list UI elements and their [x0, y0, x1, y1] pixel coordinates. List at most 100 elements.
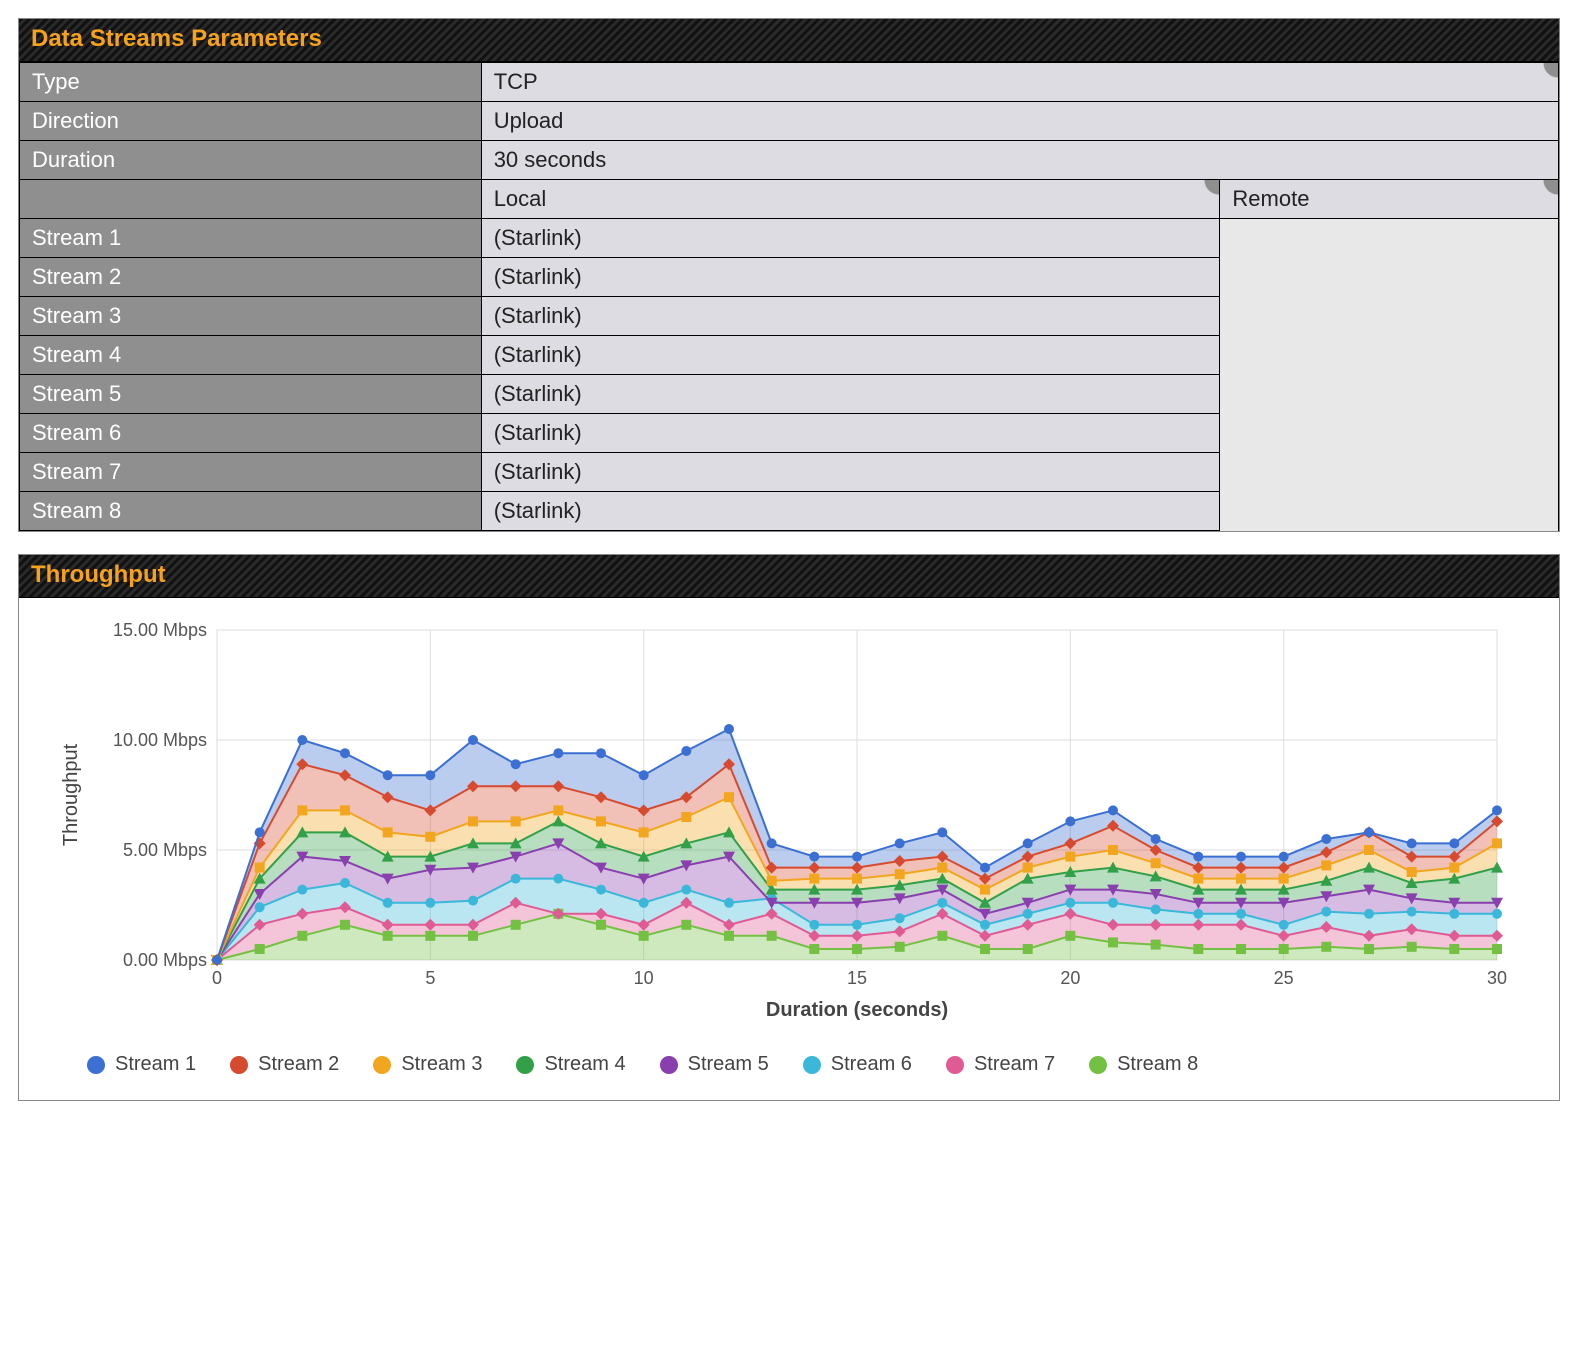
marker-square-icon [639, 827, 649, 837]
legend-item: Stream 7 [946, 1053, 1055, 1076]
legend-label: Stream 6 [831, 1053, 912, 1076]
marker-circle-icon [553, 874, 563, 884]
y-tick: 0.00 Mbps [123, 950, 207, 970]
stream-label: Stream 3 [20, 297, 482, 336]
marker-square-icon [468, 931, 478, 941]
marker-circle-icon [980, 863, 990, 873]
marker-circle-icon [1193, 852, 1203, 862]
legend-item: Stream 5 [660, 1053, 769, 1076]
stream-label: Stream 1 [20, 219, 482, 258]
marker-square-icon [937, 863, 947, 873]
params-table: TypeTCPDirectionUploadDuration30 seconds… [19, 62, 1559, 531]
marker-square-icon [809, 944, 819, 954]
param-row: DirectionUpload [20, 102, 1559, 141]
marker-circle-icon [340, 748, 350, 758]
marker-square-icon [1364, 944, 1374, 954]
params-panel: Data Streams Parameters TypeTCPDirection… [18, 18, 1560, 532]
legend-dot-icon [373, 1056, 391, 1074]
marker-square-icon [1279, 874, 1289, 884]
marker-square-icon [425, 931, 435, 941]
legend-dot-icon [803, 1056, 821, 1074]
y-tick: 10.00 Mbps [113, 730, 207, 750]
marker-square-icon [255, 944, 265, 954]
marker-square-icon [297, 805, 307, 815]
param-row: Duration30 seconds [20, 141, 1559, 180]
marker-circle-icon [383, 898, 393, 908]
stream-local: (Starlink) [481, 297, 1220, 336]
columns-spacer [20, 180, 482, 219]
marker-circle-icon [1236, 909, 1246, 919]
marker-circle-icon [1492, 805, 1502, 815]
marker-circle-icon [895, 913, 905, 923]
marker-square-icon [1407, 867, 1417, 877]
marker-circle-icon [852, 852, 862, 862]
marker-square-icon [1023, 863, 1033, 873]
marker-square-icon [1492, 944, 1502, 954]
marker-square-icon [468, 816, 478, 826]
legend-label: Stream 1 [115, 1053, 196, 1076]
marker-circle-icon [425, 770, 435, 780]
x-tick: 30 [1487, 968, 1507, 988]
param-value: Upload [481, 102, 1558, 141]
marker-square-icon [639, 931, 649, 941]
throughput-panel: Throughput 0510152025300.00 Mbps5.00 Mbp… [18, 554, 1560, 1101]
legend-item: Stream 6 [803, 1053, 912, 1076]
marker-square-icon [1236, 944, 1246, 954]
stream-row: Stream 1(Starlink) [20, 219, 1559, 258]
marker-circle-icon [639, 898, 649, 908]
param-label: Type [20, 63, 482, 102]
y-tick: 5.00 Mbps [123, 840, 207, 860]
stream-label: Stream 8 [20, 492, 482, 531]
param-label: Duration [20, 141, 482, 180]
marker-square-icon [1151, 940, 1161, 950]
stream-local: (Starlink) [481, 453, 1220, 492]
marker-circle-icon [1321, 834, 1331, 844]
stream-local: (Starlink) [481, 336, 1220, 375]
marker-circle-icon [511, 759, 521, 769]
marker-square-icon [383, 931, 393, 941]
marker-square-icon [809, 874, 819, 884]
marker-circle-icon [639, 770, 649, 780]
marker-square-icon [1492, 838, 1502, 848]
marker-square-icon [340, 805, 350, 815]
chart-legend: Stream 1 Stream 2 Stream 3 Stream 4 Stream 5… [47, 1035, 1531, 1080]
column-local: Local [481, 180, 1220, 219]
marker-square-icon [1065, 931, 1075, 941]
marker-circle-icon [511, 874, 521, 884]
x-tick: 20 [1060, 968, 1080, 988]
legend-label: Stream 3 [401, 1053, 482, 1076]
marker-circle-icon [255, 827, 265, 837]
marker-circle-icon [767, 838, 777, 848]
param-row: TypeTCP [20, 63, 1559, 102]
legend-item: Stream 8 [1089, 1053, 1198, 1076]
marker-square-icon [1236, 874, 1246, 884]
legend-label: Stream 2 [258, 1053, 339, 1076]
legend-item: Stream 4 [516, 1053, 625, 1076]
columns-row: LocalRemote [20, 180, 1559, 219]
marker-square-icon [553, 805, 563, 815]
marker-square-icon [1279, 944, 1289, 954]
stream-label: Stream 2 [20, 258, 482, 297]
marker-square-icon [596, 920, 606, 930]
stream-label: Stream 5 [20, 375, 482, 414]
marker-circle-icon [383, 770, 393, 780]
marker-square-icon [767, 876, 777, 886]
y-tick: 15.00 Mbps [113, 620, 207, 640]
marker-circle-icon [809, 920, 819, 930]
marker-square-icon [596, 816, 606, 826]
legend-dot-icon [516, 1056, 534, 1074]
marker-square-icon [511, 816, 521, 826]
stream-remote-blank [1220, 219, 1559, 531]
marker-circle-icon [724, 724, 734, 734]
marker-square-icon [340, 920, 350, 930]
marker-square-icon [255, 863, 265, 873]
marker-square-icon [895, 869, 905, 879]
marker-circle-icon [425, 898, 435, 908]
param-value: TCP [481, 63, 1558, 102]
marker-circle-icon [1065, 898, 1075, 908]
marker-square-icon [937, 931, 947, 941]
marker-circle-icon [1492, 909, 1502, 919]
marker-circle-icon [297, 885, 307, 895]
marker-circle-icon [1364, 827, 1374, 837]
marker-circle-icon [809, 852, 819, 862]
